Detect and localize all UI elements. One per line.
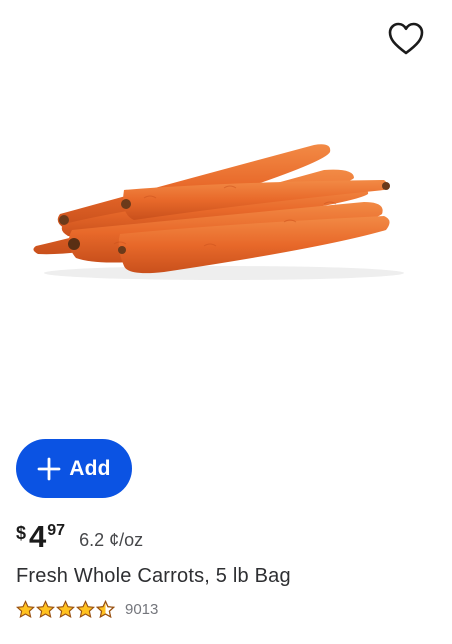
product-image[interactable] bbox=[24, 128, 424, 288]
star-full-icon bbox=[36, 599, 55, 618]
carrots-product-image bbox=[33, 144, 404, 280]
rating[interactable]: 9013 bbox=[16, 598, 158, 620]
price-cents: 97 bbox=[47, 522, 66, 539]
product-card[interactable]: Add $ 4 97 6.2 ¢/oz Fresh Whole Carrots,… bbox=[0, 0, 452, 644]
price: $ 4 97 6.2 ¢/oz bbox=[16, 516, 143, 556]
star-half-icon bbox=[96, 599, 115, 618]
unit-price: 6.2 ¢/oz bbox=[79, 530, 144, 550]
star-full-icon bbox=[76, 599, 95, 618]
favorite-button[interactable] bbox=[386, 20, 426, 58]
add-to-cart-button[interactable]: Add bbox=[16, 439, 132, 498]
star-full-icon bbox=[16, 599, 35, 618]
heart-outline-icon bbox=[388, 22, 424, 55]
price-currency: $ bbox=[16, 523, 27, 543]
product-title[interactable]: Fresh Whole Carrots, 5 lb Bag bbox=[16, 565, 291, 588]
plus-icon bbox=[37, 457, 61, 480]
star-full-icon bbox=[56, 599, 75, 618]
price-dollars: 4 bbox=[29, 519, 47, 554]
rating-stars bbox=[16, 599, 115, 619]
review-count: 9013 bbox=[125, 600, 159, 618]
add-button-label: Add bbox=[69, 456, 111, 480]
